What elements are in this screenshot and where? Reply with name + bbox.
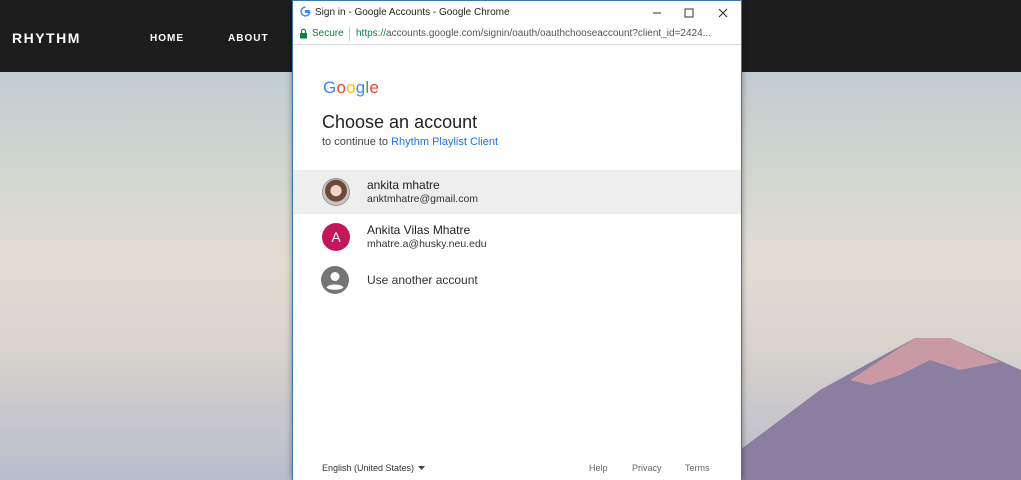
- lock-icon: [300, 28, 307, 39]
- url-text[interactable]: https://accounts.google.com/signin/oauth…: [356, 28, 736, 39]
- logo-letter: G: [323, 78, 337, 97]
- address-separator: [349, 27, 350, 41]
- account-item[interactable]: ankita mhatre anktmhatre@gmail.com: [293, 170, 741, 214]
- use-another-account-label: Use another account: [367, 273, 478, 287]
- account-name: ankita mhatre: [367, 178, 440, 192]
- close-button[interactable]: [713, 4, 733, 22]
- app-name-link[interactable]: Rhythm Playlist Client: [391, 136, 498, 148]
- nav-home-link[interactable]: HOME: [150, 33, 184, 44]
- account-email: anktmhatre@gmail.com: [367, 193, 479, 205]
- language-selector[interactable]: English (United States): [322, 463, 414, 473]
- use-another-account-item[interactable]: Use another account: [293, 258, 741, 302]
- google-logo: Google: [323, 78, 379, 98]
- maximize-button[interactable]: [679, 4, 699, 22]
- google-g-icon: [300, 6, 311, 17]
- help-link[interactable]: Help: [589, 463, 608, 473]
- site-brand[interactable]: RHYTHM: [12, 30, 81, 46]
- logo-letter: o: [336, 78, 347, 97]
- footer: English (United States) Help Privacy Ter…: [293, 460, 741, 476]
- continue-to-text: to continue to Rhythm Playlist Client: [322, 136, 498, 148]
- privacy-link[interactable]: Privacy: [632, 463, 662, 473]
- address-bar[interactable]: Secure https://accounts.google.com/signi…: [293, 24, 741, 45]
- close-icon: [718, 8, 728, 18]
- signin-popup-window: Sign in - Google Accounts - Google Chrom…: [292, 0, 742, 480]
- logo-letter: g: [355, 78, 366, 97]
- logo-letter: o: [346, 78, 356, 97]
- minimize-button[interactable]: [647, 4, 667, 22]
- mountain-image: [700, 338, 1021, 480]
- logo-letter: e: [369, 78, 380, 97]
- minimize-icon: [653, 12, 661, 14]
- caret-down-icon[interactable]: [418, 466, 425, 470]
- avatar-initial: A: [322, 223, 350, 251]
- terms-link[interactable]: Terms: [685, 463, 710, 473]
- window-title: Sign in - Google Accounts - Google Chrom…: [315, 7, 510, 18]
- url-scheme: https://: [356, 28, 387, 39]
- avatar: [322, 178, 350, 206]
- url-path: accounts.google.com/signin/oauth/oauthch…: [386, 28, 711, 39]
- page-title: Choose an account: [322, 112, 478, 132]
- window-titlebar[interactable]: Sign in - Google Accounts - Google Chrom…: [293, 0, 741, 25]
- account-email: mhatre.a@husky.neu.edu: [367, 238, 487, 250]
- continue-prefix: to continue to: [322, 136, 392, 148]
- maximize-icon: [684, 8, 694, 18]
- account-name: Ankita Vilas Mhatre: [367, 223, 471, 237]
- account-item[interactable]: A Ankita Vilas Mhatre mhatre.a@husky.neu…: [293, 215, 741, 259]
- secure-label: Secure: [312, 28, 344, 39]
- person-icon: [321, 266, 349, 294]
- nav-about-link[interactable]: ABOUT: [228, 33, 269, 44]
